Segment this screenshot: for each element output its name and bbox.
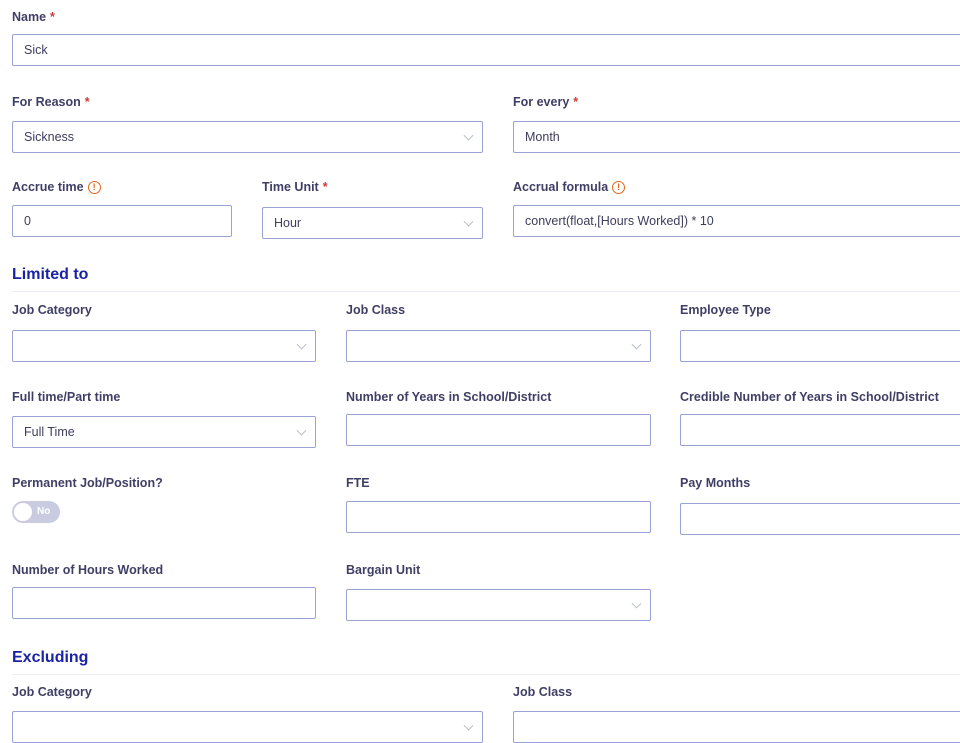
limited-job-class-select[interactable] — [346, 330, 651, 362]
for-reason-select[interactable]: Sickness — [12, 121, 483, 153]
excluding-job-class-select[interactable] — [513, 711, 960, 743]
excluding-heading: Excluding — [12, 649, 89, 666]
accrue-time-input[interactable]: 0 — [12, 205, 232, 237]
excluding-job-class-label: Job Class — [513, 685, 573, 699]
chevron-down-icon — [631, 598, 642, 609]
bargain-unit-label: Bargain Unit — [346, 563, 421, 577]
required-mark: * — [322, 180, 328, 194]
time-unit-label: Time Unit * — [262, 180, 328, 194]
chevron-down-icon — [463, 130, 474, 141]
for-every-value: Month — [525, 130, 560, 144]
limited-job-category-label: Job Category — [12, 303, 92, 317]
required-mark: * — [84, 95, 90, 109]
accrual-formula-label: Accrual formula! — [513, 180, 626, 194]
accrual-formula-input[interactable]: convert(float,[Hours Worked]) * 10 — [513, 205, 960, 237]
accrue-time-value: 0 — [24, 214, 31, 228]
chevron-down-icon — [631, 339, 642, 350]
info-icon[interactable]: ! — [87, 181, 101, 194]
info-icon[interactable]: ! — [612, 181, 626, 194]
full-part-time-value: Full Time — [24, 425, 75, 439]
name-label: Name * — [12, 10, 55, 24]
fte-input[interactable] — [346, 501, 651, 533]
for-reason-label: For Reason * — [12, 95, 90, 109]
pay-months-label: Pay Months — [680, 476, 751, 490]
toggle-state-text: No — [37, 506, 51, 517]
excluding-job-category-select[interactable] — [12, 711, 483, 743]
for-every-select[interactable]: Month — [513, 121, 960, 153]
name-input[interactable]: Sick — [12, 34, 960, 66]
section-divider — [12, 291, 960, 292]
time-unit-select[interactable]: Hour — [262, 207, 483, 239]
permanent-toggle[interactable]: No — [12, 501, 60, 523]
time-unit-value: Hour — [274, 216, 302, 230]
chevron-down-icon — [463, 720, 474, 731]
credible-years-label: Credible Number of Years in School/Distr… — [680, 390, 939, 404]
full-part-time-label: Full time/Part time — [12, 390, 121, 404]
fte-label: FTE — [346, 476, 370, 490]
bargain-unit-select[interactable] — [346, 589, 651, 621]
pay-months-input[interactable] — [680, 503, 960, 535]
required-mark: * — [573, 95, 579, 109]
employee-type-label: Employee Type — [680, 303, 771, 317]
chevron-down-icon — [463, 216, 474, 227]
for-every-label: For every * — [513, 95, 579, 109]
limited-job-class-label: Job Class — [346, 303, 406, 317]
full-part-time-select[interactable]: Full Time — [12, 416, 316, 448]
hours-worked-label: Number of Hours Worked — [12, 563, 164, 577]
accrual-formula-value: convert(float,[Hours Worked]) * 10 — [525, 214, 714, 228]
name-input-value: Sick — [24, 43, 48, 57]
section-divider — [12, 674, 960, 675]
hours-worked-input[interactable] — [12, 587, 316, 619]
required-mark: * — [50, 10, 55, 24]
limited-job-category-select[interactable] — [12, 330, 316, 362]
chevron-down-icon — [296, 339, 307, 350]
employee-type-select[interactable] — [680, 330, 960, 362]
excluding-job-category-label: Job Category — [12, 685, 92, 699]
for-reason-value: Sickness — [24, 130, 75, 144]
limited-to-heading: Limited to — [12, 266, 89, 283]
years-school-label: Number of Years in School/District — [346, 390, 552, 404]
toggle-knob — [14, 503, 32, 521]
years-school-input[interactable] — [346, 414, 651, 446]
accrue-time-label: Accrue time! — [12, 180, 101, 194]
chevron-down-icon — [296, 425, 307, 436]
permanent-label: Permanent Job/Position? — [12, 476, 163, 490]
credible-years-input[interactable] — [680, 414, 960, 446]
